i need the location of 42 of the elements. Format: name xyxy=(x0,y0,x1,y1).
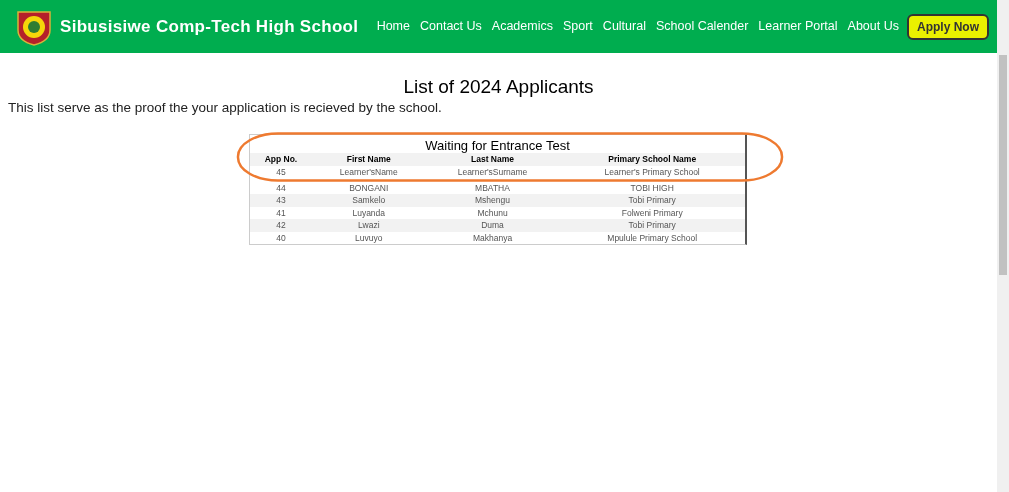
nav-link[interactable]: Contact Us xyxy=(420,17,482,36)
table-cell-text: TOBI HIGH xyxy=(629,181,675,194)
table-cell-text: Learner'sName xyxy=(338,165,399,178)
table-cell-text: Mchunu xyxy=(476,206,509,219)
column-header: App No. xyxy=(263,153,299,166)
table-cell-text: 41 xyxy=(275,206,287,219)
nav-link[interactable]: School Calender xyxy=(655,17,749,36)
column-header: Primary School Name xyxy=(607,153,698,166)
table-cell-text: MBATHA xyxy=(474,181,511,194)
nav-link[interactable]: Sport xyxy=(562,17,593,36)
nav-link[interactable]: Academics xyxy=(491,17,553,36)
table-cell-text: Lwazi xyxy=(356,219,381,232)
page-heading: List of 2024 Applicants xyxy=(402,75,595,99)
table-cell-text: Makhanya xyxy=(471,231,514,244)
table-cell-text: 42 xyxy=(275,219,287,232)
table-caption: Waiting for Entrance Test xyxy=(424,137,571,153)
table-cell-text: Luyanda xyxy=(351,206,387,219)
table-cell-text: 44 xyxy=(275,181,287,194)
intro-text: This list serve as the proof the your application is recieved by the school. xyxy=(8,99,443,117)
table-cell-text: 45 xyxy=(275,165,287,178)
table-cell-text: Learner's Primary School xyxy=(603,165,701,178)
table-cell-text: Tobi Primary xyxy=(627,219,677,232)
table-cell-text: Learner'sSurname xyxy=(456,165,529,178)
nav-link[interactable]: Learner Portal xyxy=(758,17,838,36)
table-cell-text: Mshengu xyxy=(474,194,511,207)
column-header: First Name xyxy=(345,153,392,166)
table-cell-text: Samkelo xyxy=(351,194,387,207)
table-cell-text: 43 xyxy=(275,194,287,207)
table-cell-text: Duma xyxy=(480,219,505,232)
table-cell-text: Folweni Primary xyxy=(620,206,684,219)
scrollbar[interactable] xyxy=(997,0,1009,492)
apply-now-button[interactable]: Apply Now xyxy=(907,13,989,40)
table-cell-text: 40 xyxy=(275,231,287,244)
nav-link[interactable]: Cultural xyxy=(602,17,646,36)
table-cell-text: Tobi Primary xyxy=(627,194,677,207)
site-title[interactable]: Sibusisiwe Comp-Tech High School xyxy=(60,13,359,40)
table-cell-text: Luvuyo xyxy=(354,231,384,244)
table-cell-text: BONGANI xyxy=(348,181,390,194)
table-cell-text: Mpulule Primary School xyxy=(606,231,699,244)
column-header: Last Name xyxy=(470,153,515,166)
nav-link[interactable]: About Us xyxy=(847,17,899,36)
nav-link[interactable]: Home xyxy=(376,17,410,36)
